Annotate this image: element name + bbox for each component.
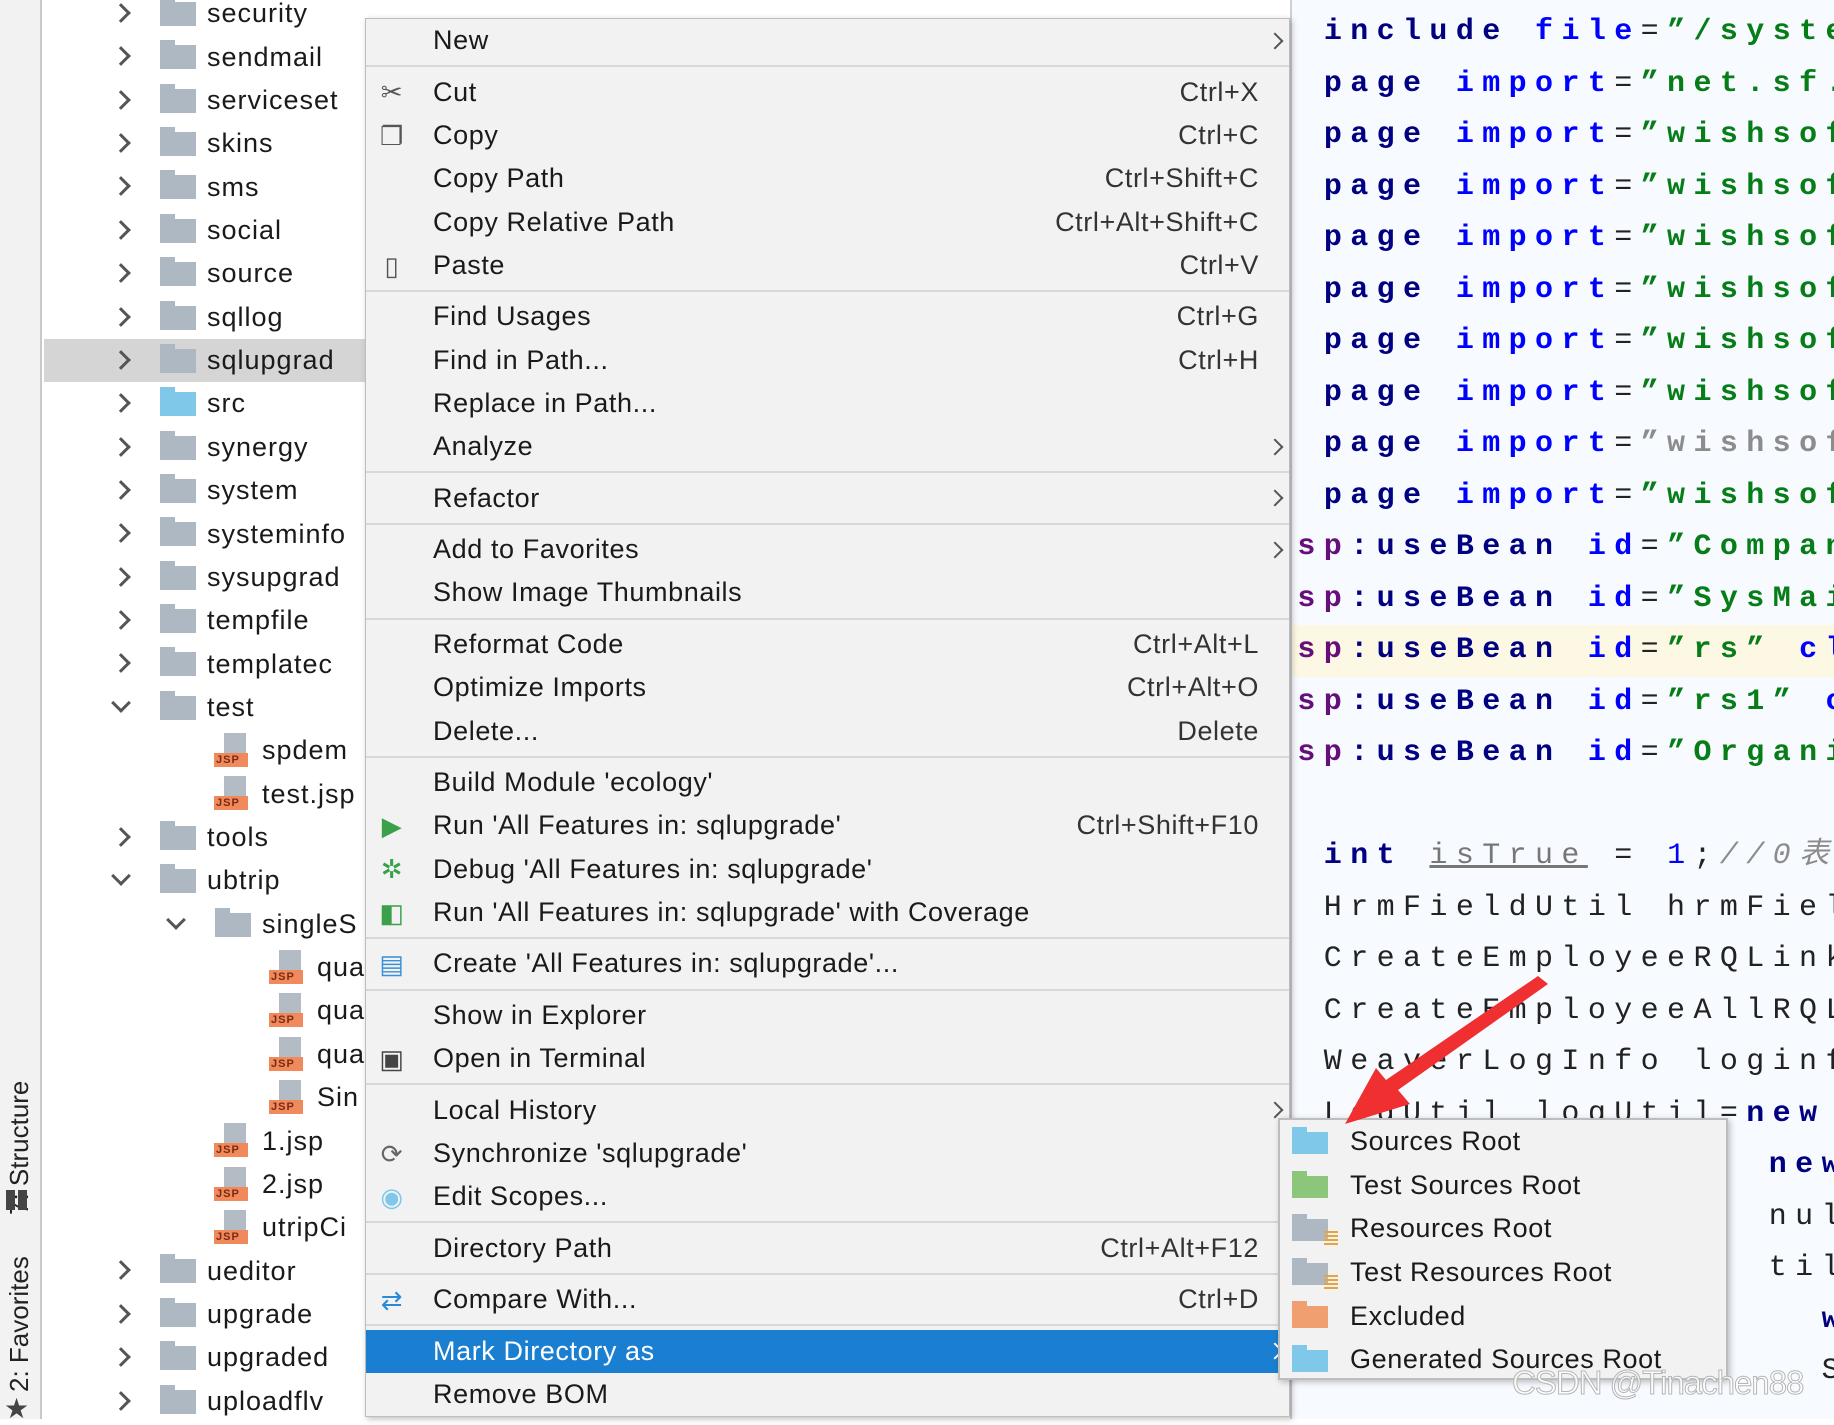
watermark: CSDN @Tinachen88 [1512, 1364, 1803, 1402]
red-arrow-annotation [0, 0, 1834, 1419]
